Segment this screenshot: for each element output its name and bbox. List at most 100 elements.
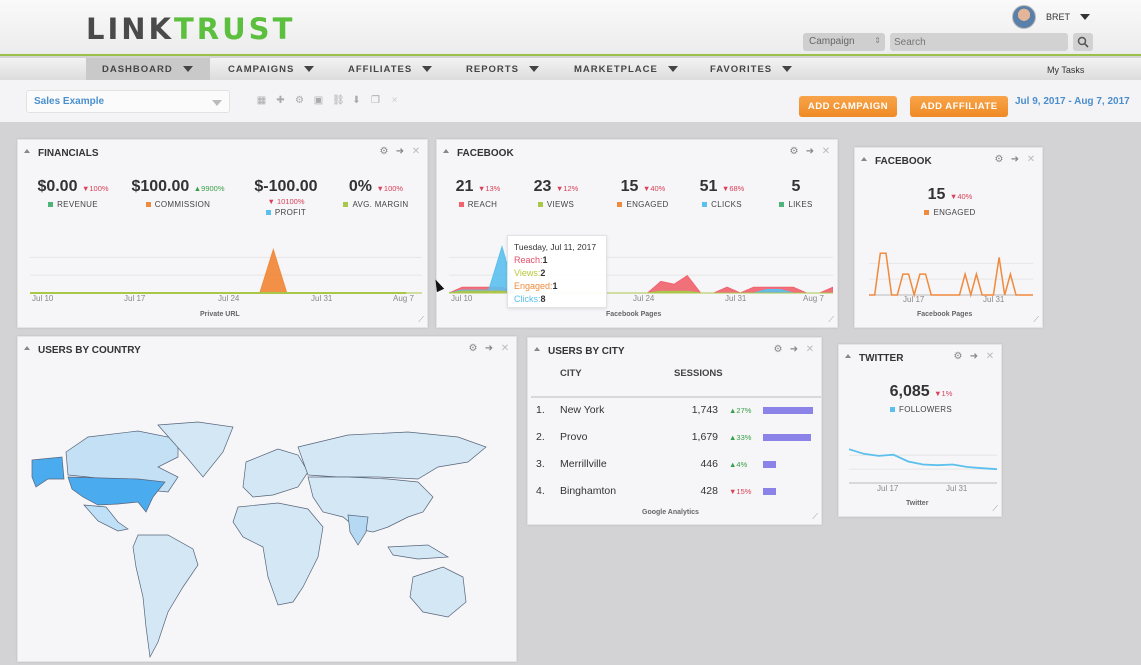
metric-followers: 6,085 ▼1% FOLLOWERS xyxy=(859,383,983,414)
chevron-down-icon xyxy=(212,100,222,106)
legend-dot xyxy=(617,202,623,208)
close-icon[interactable]: ✕ xyxy=(1026,154,1036,166)
map-region-africa xyxy=(232,502,324,606)
table-row[interactable]: 2. Provo 1,679 ▲33% xyxy=(536,431,816,449)
collapse-icon[interactable] xyxy=(24,346,30,350)
metric-views: 23 ▼12% VIEWS xyxy=(521,178,591,209)
arrow-right-icon[interactable]: ➜ xyxy=(789,344,799,356)
table-row[interactable]: 4. Binghamton 428 ▼15% xyxy=(536,485,816,503)
close-icon[interactable]: ✕ xyxy=(500,343,510,355)
chevron-down-icon xyxy=(1080,14,1091,20)
nav-dashboard[interactable]: DASHBOARD xyxy=(86,58,210,80)
updown-arrows-icon: ⇕ xyxy=(874,36,881,45)
map-region-asia xyxy=(307,476,434,533)
add-affiliate-button[interactable]: ADD AFFILIATE xyxy=(910,96,1008,117)
search-input[interactable] xyxy=(890,33,1068,51)
download-icon[interactable]: ⬇ xyxy=(351,95,362,106)
close-icon[interactable]: ✕ xyxy=(821,146,831,158)
gear-icon[interactable]: ⚙ xyxy=(773,344,783,356)
search-scope-select[interactable]: Campaign ⇕ xyxy=(803,33,885,51)
table-row[interactable]: 1. New York 1,743 ▲27% xyxy=(536,404,816,422)
widget-title: TWITTER xyxy=(859,353,904,364)
metric-label: LIKES xyxy=(788,200,813,209)
gear-icon[interactable]: ⚙ xyxy=(789,146,799,158)
arrow-right-icon[interactable]: ➜ xyxy=(969,351,979,363)
copy-icon[interactable]: ❐ xyxy=(370,95,381,106)
column-header-city[interactable]: CITY xyxy=(560,368,582,379)
legend-dot xyxy=(48,202,54,208)
avatar xyxy=(1012,5,1036,29)
close-icon[interactable]: ✕ xyxy=(411,146,421,158)
arrow-right-icon[interactable]: ➜ xyxy=(805,146,815,158)
dashboard-select[interactable]: Sales Example xyxy=(26,90,230,113)
map-region-indonesia xyxy=(387,544,450,560)
metric-label: REVENUE xyxy=(57,200,98,209)
metric-change: ▼100% xyxy=(81,184,109,193)
search-button[interactable] xyxy=(1073,33,1093,51)
arrow-right-icon[interactable]: ➜ xyxy=(1010,154,1020,166)
nav-marketplace[interactable]: MARKETPLACE xyxy=(558,58,694,80)
image-icon[interactable]: ▣ xyxy=(313,95,324,106)
resize-handle-icon[interactable]: ⟋ xyxy=(828,315,834,325)
collapse-icon[interactable] xyxy=(443,149,449,153)
tooltip-row-clicks: Clicks:8 xyxy=(514,293,600,306)
link-icon[interactable]: ⛓ xyxy=(332,95,345,106)
gear-icon[interactable]: ⚙ xyxy=(294,95,305,106)
metric-profit: $-100.00 ▼ 10100% PROFIT xyxy=(236,178,336,217)
column-header-sessions[interactable]: SESSIONS xyxy=(674,368,723,379)
collapse-icon[interactable] xyxy=(845,354,851,358)
metric-value: 23 xyxy=(533,178,552,195)
widget-actions: ⚙ ➜ ✕ xyxy=(789,146,831,158)
close-icon[interactable]: ✕ xyxy=(985,351,995,363)
widget-title: FACEBOOK xyxy=(875,156,932,167)
grid-icon[interactable]: ▦ xyxy=(256,95,267,106)
resize-handle-icon[interactable]: ⟋ xyxy=(812,512,818,522)
metric-label: REACH xyxy=(467,200,498,209)
gear-icon[interactable]: ⚙ xyxy=(468,343,478,355)
resize-handle-icon[interactable]: ⟋ xyxy=(418,315,424,325)
plus-icon[interactable]: ✚ xyxy=(275,95,286,106)
resize-handle-icon[interactable]: ⟋ xyxy=(1033,315,1039,325)
users-by-city-widget: USERS BY CITY ⚙ ➜ ✕ CITY SESSIONS 1. New … xyxy=(527,337,822,525)
x-tick-label: Aug 7 xyxy=(393,294,414,303)
series-line-followers xyxy=(849,448,997,471)
row-rank: 3. xyxy=(536,458,545,470)
metric-label: AVG. MARGIN xyxy=(352,200,409,209)
my-tasks-link[interactable]: My Tasks xyxy=(1047,65,1084,75)
nav-reports[interactable]: REPORTS xyxy=(450,58,555,80)
nav-campaigns[interactable]: CAMPAIGNS xyxy=(212,58,330,80)
resize-handle-icon[interactable]: ⟋ xyxy=(992,504,998,514)
nav-label: MARKETPLACE xyxy=(574,63,658,75)
gear-icon[interactable]: ⚙ xyxy=(379,146,389,158)
arrow-right-icon[interactable]: ➜ xyxy=(395,146,405,158)
nav-favorites[interactable]: FAVORITES xyxy=(694,58,808,80)
tooltip-date: Tuesday, Jul 11, 2017 xyxy=(514,242,597,252)
city-name: Provo xyxy=(560,431,588,443)
table-row[interactable]: 3. Merrillville 446 ▲4% xyxy=(536,458,816,476)
x-tick-label: Aug 7 xyxy=(803,294,824,303)
metric-reach: 21 ▼13% REACH xyxy=(443,178,513,209)
close-icon[interactable]: ✕ xyxy=(805,344,815,356)
gear-icon[interactable]: ⚙ xyxy=(994,154,1004,166)
legend-dot xyxy=(779,202,785,208)
metric-value: 15 xyxy=(620,178,639,195)
metric-label: CLICKS xyxy=(711,200,742,209)
legend-dot xyxy=(343,202,349,208)
add-campaign-button[interactable]: ADD CAMPAIGN xyxy=(799,96,897,117)
user-menu[interactable]: BRET xyxy=(1012,5,1091,29)
linktrust-logo[interactable]: LINKTRUST xyxy=(86,12,295,46)
metric-value: $0.00 xyxy=(37,178,78,195)
collapse-icon[interactable] xyxy=(534,347,540,351)
nav-affiliates[interactable]: AFFILIATES xyxy=(332,58,448,80)
close-icon[interactable]: × xyxy=(389,95,400,106)
widget-title: USERS BY CITY xyxy=(548,346,625,357)
arrow-right-icon[interactable]: ➜ xyxy=(484,343,494,355)
sessions-bar xyxy=(763,461,776,468)
collapse-icon[interactable] xyxy=(24,149,30,153)
date-range-picker[interactable]: Jul 9, 2017 - Aug 7, 2017 xyxy=(1015,96,1130,107)
gear-icon[interactable]: ⚙ xyxy=(953,351,963,363)
nav-label: CAMPAIGNS xyxy=(228,63,295,75)
collapse-icon[interactable] xyxy=(861,157,867,161)
x-tick-label: Jul 31 xyxy=(946,484,968,493)
tooltip-value: 2 xyxy=(540,268,546,278)
